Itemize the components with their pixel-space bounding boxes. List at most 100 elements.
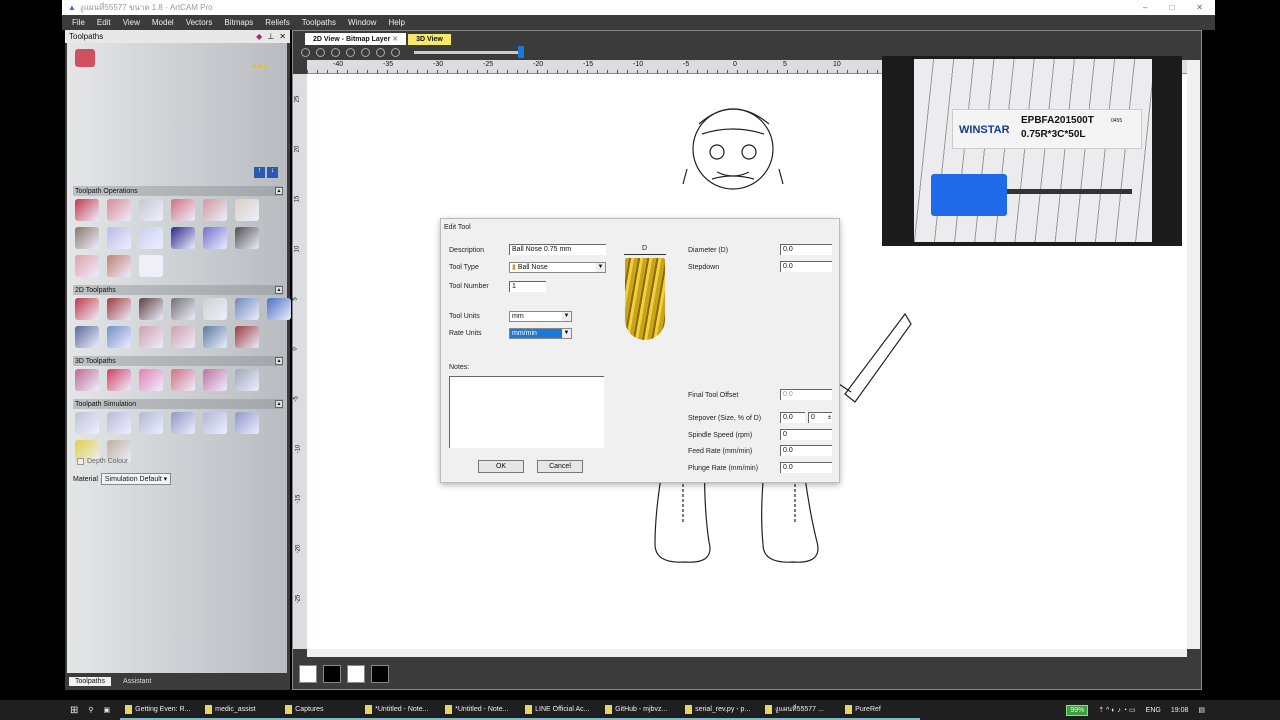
toolpath-tool-icon[interactable] [139, 412, 163, 434]
close-button[interactable]: ✕ [1196, 3, 1203, 12]
start-button[interactable]: ⊞ [70, 705, 78, 716]
feed-rate-input[interactable]: 0.0 [780, 445, 832, 456]
toolpath-tool-icon[interactable] [139, 369, 163, 391]
diameter-input[interactable]: 0.0 [780, 244, 832, 255]
collapse-icon[interactable]: ▲ [275, 400, 283, 408]
material-select[interactable]: Simulation Default ▾ [100, 473, 172, 485]
collapse-icon[interactable]: ▲ [275, 187, 283, 195]
zoom-slider[interactable] [414, 46, 524, 58]
close-tab-icon[interactable]: ✕ [392, 36, 398, 43]
cancel-button[interactable]: Cancel [537, 460, 583, 473]
close-panel-icon[interactable]: ✕ [279, 32, 286, 41]
toolpath-tool-icon[interactable] [235, 326, 259, 348]
toolpath-tool-icon[interactable] [235, 369, 259, 391]
stepdown-input[interactable]: 0.0 [780, 261, 832, 272]
group-header[interactable]: Toolpath Simulation ▲ [73, 399, 283, 409]
notifications-icon[interactable]: ▤ [1198, 706, 1205, 714]
toolpath-tool-icon[interactable] [235, 199, 259, 221]
menu-edit[interactable]: Edit [97, 18, 111, 27]
toolpath-tool-icon[interactable] [235, 412, 259, 434]
menu-window[interactable]: Window [348, 18, 376, 27]
menu-view[interactable]: View [123, 18, 140, 27]
taskbar-item[interactable]: *Untitled - Note... [440, 700, 521, 720]
toolpath-tool-icon[interactable] [75, 255, 99, 277]
toolpath-tool-icon[interactable] [235, 227, 259, 249]
final-tool-offset-input[interactable]: 0.0 [780, 389, 832, 400]
horizontal-scrollbar[interactable] [307, 649, 1187, 657]
toolpath-tool-icon[interactable] [139, 199, 163, 221]
zoom-fit-icon[interactable] [346, 48, 355, 57]
toolpath-tool-icon[interactable] [171, 298, 195, 320]
zoom-all-icon[interactable] [376, 48, 385, 57]
taskbar-item[interactable]: PureRef [840, 700, 921, 720]
menu-file[interactable]: File [72, 18, 85, 27]
tool-number-input[interactable]: 1 [509, 281, 546, 292]
toolpath-tool-icon[interactable] [75, 298, 99, 320]
spindle-speed-input[interactable]: 0 [780, 429, 832, 440]
ok-button[interactable]: OK [478, 460, 524, 473]
collapse-icon[interactable]: ▲ [275, 286, 283, 294]
taskbar-item[interactable]: serial_rev.py - p... [680, 700, 761, 720]
toolpath-tool-icon[interactable] [139, 298, 163, 320]
toolpath-tool-icon[interactable] [203, 298, 227, 320]
toolpath-tool-icon[interactable] [203, 199, 227, 221]
taskbar-item[interactable]: งูแผนที่55577 ... [760, 700, 841, 720]
toolpath-tool-icon[interactable] [75, 199, 99, 221]
minimize-button[interactable]: – [1143, 3, 1147, 12]
toolpath-tool-icon[interactable] [75, 412, 99, 434]
battery-indicator[interactable]: 99% [1066, 704, 1089, 716]
maximize-button[interactable]: □ [1169, 3, 1174, 12]
toolpath-tool-icon[interactable] [203, 227, 227, 249]
clock[interactable]: 19:08 [1171, 707, 1189, 714]
taskbar-item[interactable]: Getting Even: R... [120, 700, 201, 720]
group-header[interactable]: 3D Toolpaths ▲ [73, 356, 283, 366]
toolpath-tool-icon[interactable] [75, 227, 99, 249]
black-swatch[interactable] [371, 665, 389, 683]
refresh-icon[interactable] [391, 48, 400, 57]
taskbar-item[interactable]: Captures [280, 700, 361, 720]
toolpath-tool-icon[interactable] [171, 369, 195, 391]
taskbar-item[interactable]: medic_assist [200, 700, 281, 720]
zoom-out-icon[interactable] [316, 48, 325, 57]
tab-3d-view[interactable]: 3D View [408, 34, 451, 45]
taskbar-item[interactable]: *Untitled - Note... [360, 700, 441, 720]
collapse-icon[interactable]: ▲ [275, 357, 283, 365]
secondary-color-swatch[interactable] [323, 665, 341, 683]
tray-icons[interactable]: ⇡ ^ ◐ ♪ ◔ ▭ [1098, 706, 1135, 714]
toolpath-tool-icon[interactable] [107, 199, 131, 221]
toolpath-tool-icon[interactable] [139, 227, 163, 249]
toolpath-tool-icon[interactable] [203, 326, 227, 348]
group-header[interactable]: Toolpath Operations ▲ [73, 186, 283, 196]
tab-assistant[interactable]: Assistant [117, 677, 157, 686]
toolpath-tool-icon[interactable] [107, 326, 131, 348]
toolpath-tool-icon[interactable] [267, 298, 291, 320]
toolpath-tool-icon[interactable] [107, 255, 131, 277]
tab-2d-view[interactable]: 2D View - Bitmap Layer ✕ [305, 33, 407, 45]
menu-bitmaps[interactable]: Bitmaps [224, 18, 253, 27]
dock-icon[interactable]: ⊥ [267, 32, 274, 41]
notes-textarea[interactable] [449, 376, 604, 448]
toolpath-tool-icon[interactable] [171, 412, 195, 434]
toolpath-tool-icon[interactable] [203, 412, 227, 434]
depth-colour-checkbox[interactable]: Depth Colour [77, 458, 128, 465]
tab-toolpaths[interactable]: Toolpaths [69, 676, 111, 686]
stepover-input[interactable]: 0.0 [780, 412, 805, 423]
vertical-scrollbar[interactable] [1187, 60, 1200, 649]
taskbar-item[interactable]: LINE Official Ac... [520, 700, 601, 720]
tool-units-select[interactable]: mm ▼ [509, 311, 572, 322]
toolpath-tool-icon[interactable] [139, 255, 163, 277]
plunge-rate-input[interactable]: 0.0 [780, 462, 832, 473]
toolpath-tool-icon[interactable] [171, 199, 195, 221]
nav-arrows[interactable]: ↑ ↓ [254, 167, 278, 178]
task-view-icon[interactable]: ▣ [104, 706, 111, 714]
toolpath-tool-icon[interactable] [107, 412, 131, 434]
zoom-previous-icon[interactable] [331, 48, 340, 57]
menu-help[interactable]: Help [388, 18, 404, 27]
toolpath-tool-icon[interactable] [139, 326, 163, 348]
rate-units-select[interactable]: mm/min ▼ [509, 328, 572, 339]
zoom-box-icon[interactable] [361, 48, 370, 57]
menu-reliefs[interactable]: Reliefs [265, 18, 289, 27]
white-swatch[interactable] [347, 665, 365, 683]
taskbar-item[interactable]: GitHub - mjbvz... [600, 700, 681, 720]
toolpath-tool-icon[interactable] [203, 369, 227, 391]
